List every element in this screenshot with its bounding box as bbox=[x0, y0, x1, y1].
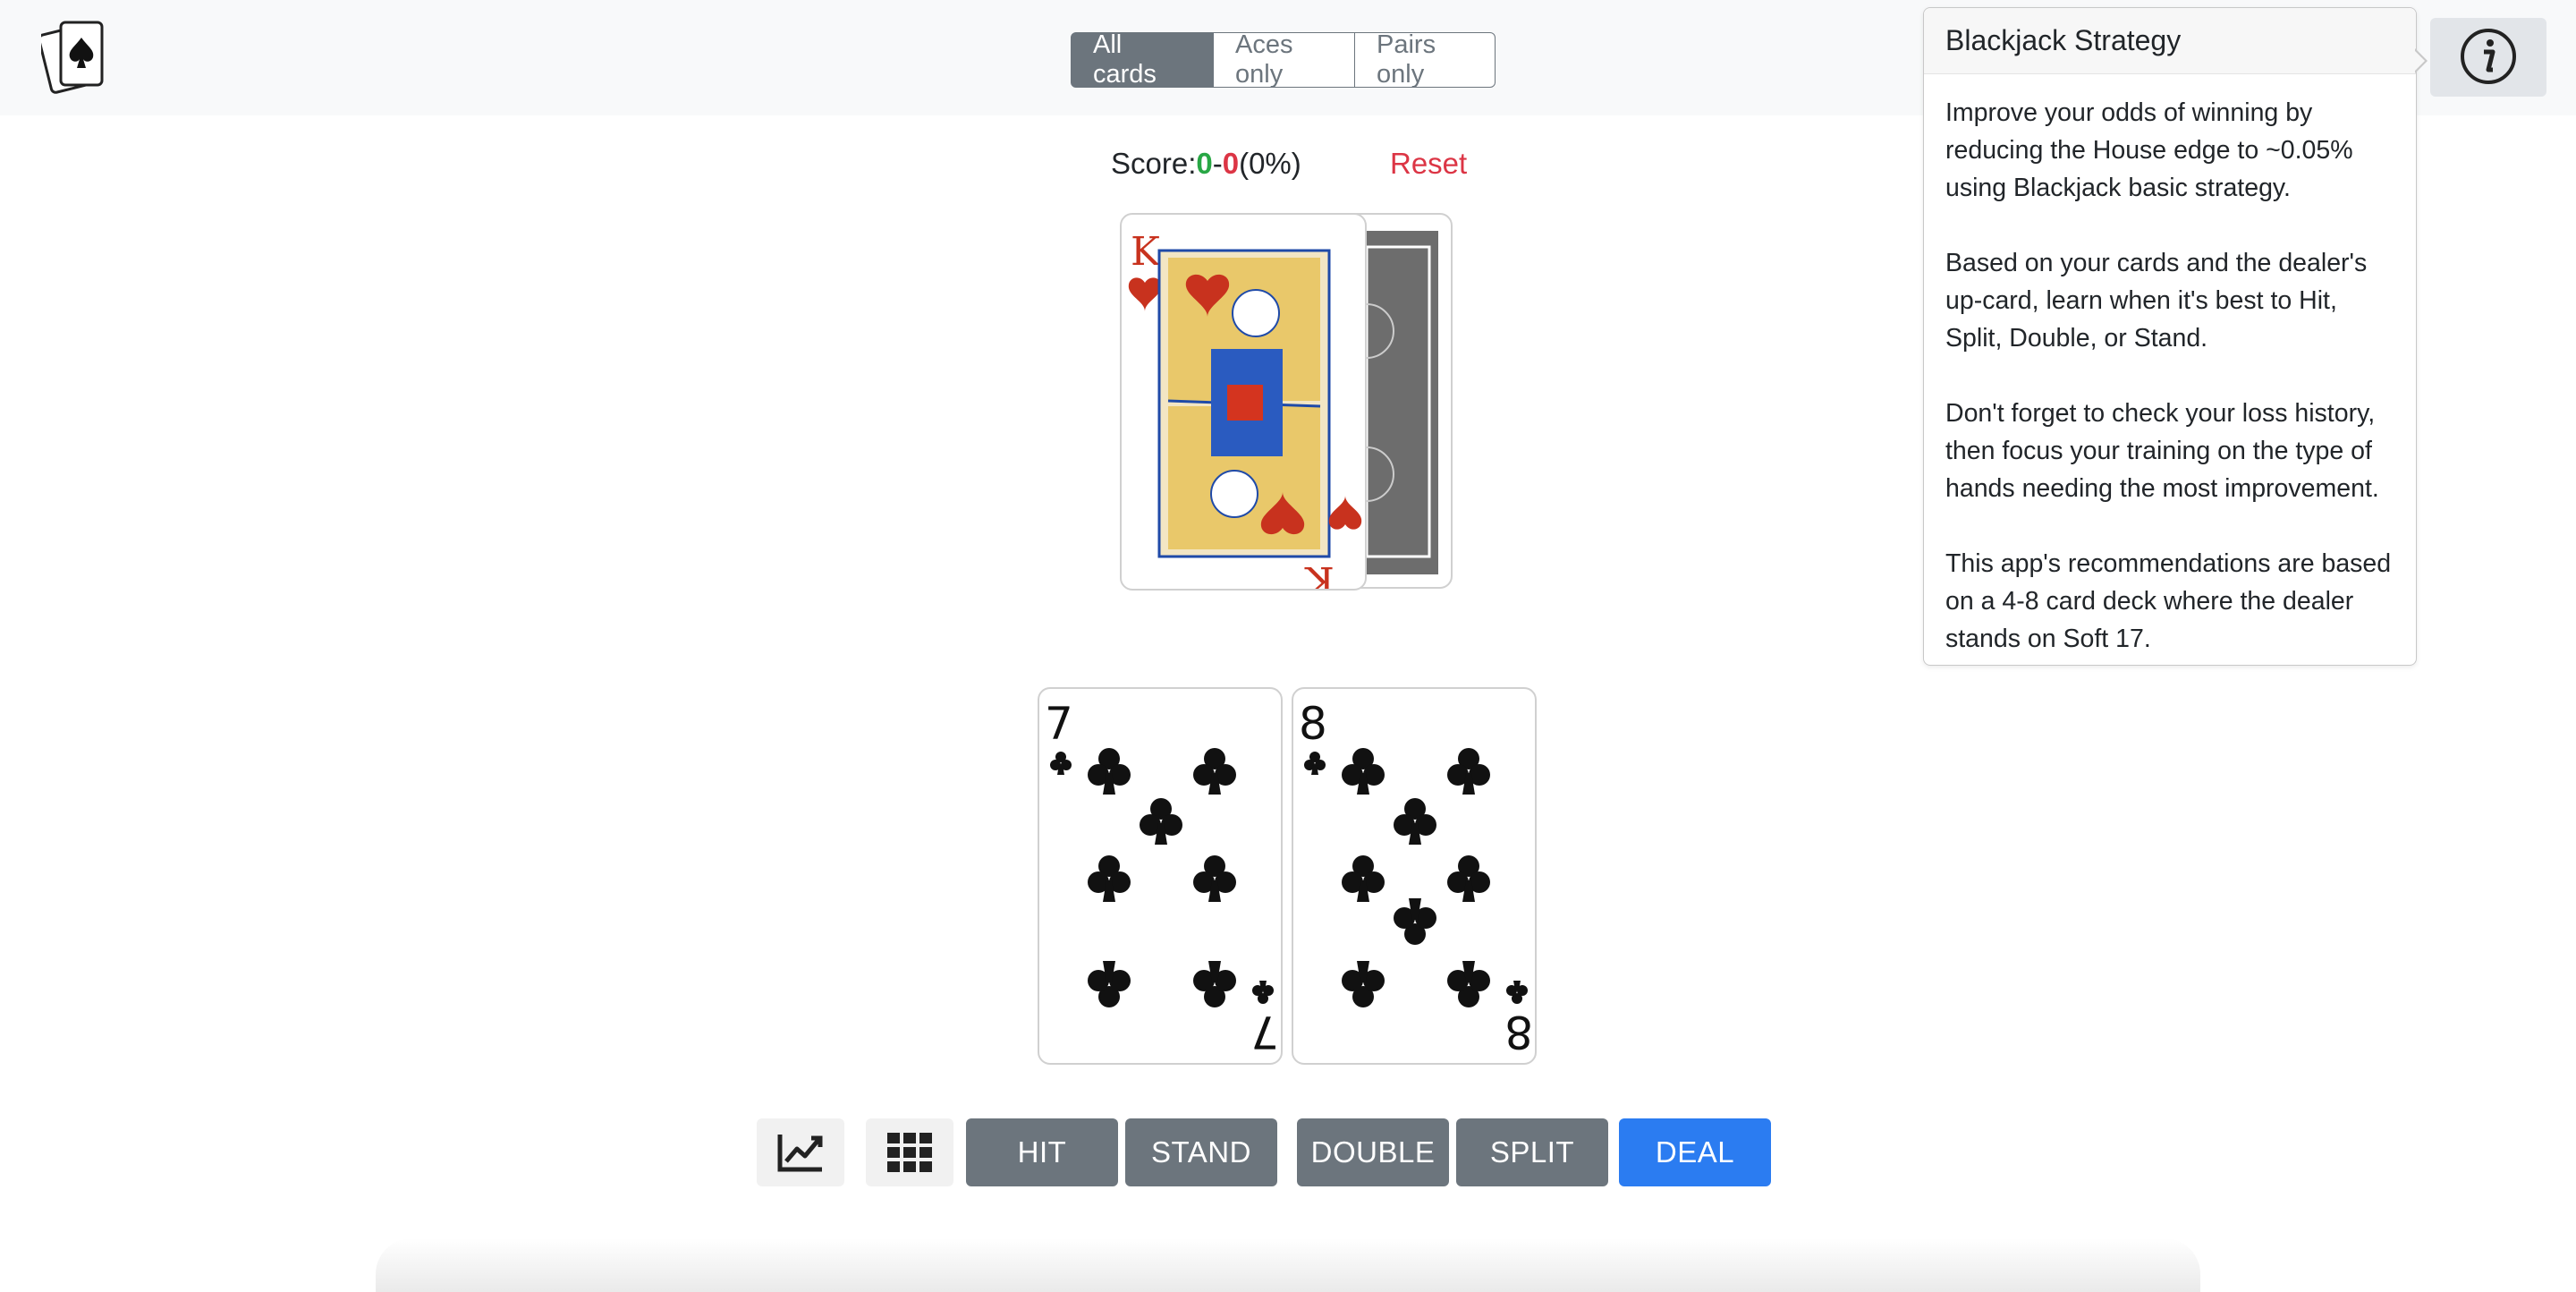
score-wins: 0 bbox=[1196, 147, 1213, 180]
double-button[interactable]: DOUBLE bbox=[1297, 1118, 1449, 1186]
score-separator: - bbox=[1212, 147, 1223, 180]
popover-arrow-inner bbox=[2414, 50, 2425, 72]
hit-button[interactable]: HIT bbox=[966, 1118, 1118, 1186]
stand-button[interactable]: STAND bbox=[1125, 1118, 1277, 1186]
score-label: Score: bbox=[1111, 147, 1197, 180]
player-card-8-clubs: 8 8 bbox=[1292, 687, 1537, 1065]
strategy-popover: Blackjack Strategy Improve your odds of … bbox=[1923, 7, 2417, 666]
mode-pairs-only-button[interactable]: Pairs only bbox=[1354, 30, 1496, 89]
svg-text:K: K bbox=[1304, 557, 1335, 591]
split-button[interactable]: SPLIT bbox=[1456, 1118, 1608, 1186]
score-losses: 0 bbox=[1222, 147, 1240, 180]
mode-all-cards-button[interactable]: All cards bbox=[1071, 30, 1214, 89]
svg-text:K: K bbox=[1131, 229, 1161, 275]
bottom-panel-shadow bbox=[376, 1238, 2200, 1292]
info-button[interactable] bbox=[2430, 18, 2546, 97]
playing-cards-logo-icon[interactable] bbox=[38, 18, 113, 98]
popover-body: Improve your odds of winning by reducing… bbox=[1924, 74, 2416, 658]
svg-text:7: 7 bbox=[1045, 698, 1073, 750]
score-display: Score: 0 - 0 (0%) bbox=[1111, 141, 1301, 186]
stats-chart-button[interactable] bbox=[757, 1118, 844, 1186]
popover-paragraph: Improve your odds of winning by reducing… bbox=[1945, 98, 2353, 202]
grid-icon bbox=[887, 1133, 932, 1172]
player-card-7-clubs: 7 7 bbox=[1038, 687, 1283, 1065]
popover-title: Blackjack Strategy bbox=[1924, 8, 2416, 74]
reset-link[interactable]: Reset bbox=[1390, 141, 1467, 186]
dealer-up-card: K K bbox=[1120, 213, 1367, 591]
score-percent: (0%) bbox=[1239, 147, 1301, 180]
popover-paragraph: This app's recommendations are based on … bbox=[1945, 549, 2392, 653]
strategy-grid-button[interactable] bbox=[866, 1118, 953, 1186]
popover-paragraph: Based on your cards and the dealer's up-… bbox=[1945, 249, 2368, 353]
info-icon bbox=[2461, 29, 2516, 84]
deal-button[interactable]: DEAL bbox=[1619, 1118, 1771, 1186]
svg-text:8: 8 bbox=[1504, 1006, 1533, 1058]
svg-text:8: 8 bbox=[1299, 698, 1327, 750]
mode-aces-only-button[interactable]: Aces only bbox=[1213, 30, 1355, 89]
svg-text:7: 7 bbox=[1250, 1006, 1279, 1058]
popover-paragraph: Don't forget to check your loss history,… bbox=[1945, 399, 2379, 503]
line-chart-icon bbox=[777, 1135, 823, 1172]
mode-selector: All cards Aces only Pairs only bbox=[1071, 30, 1496, 89]
